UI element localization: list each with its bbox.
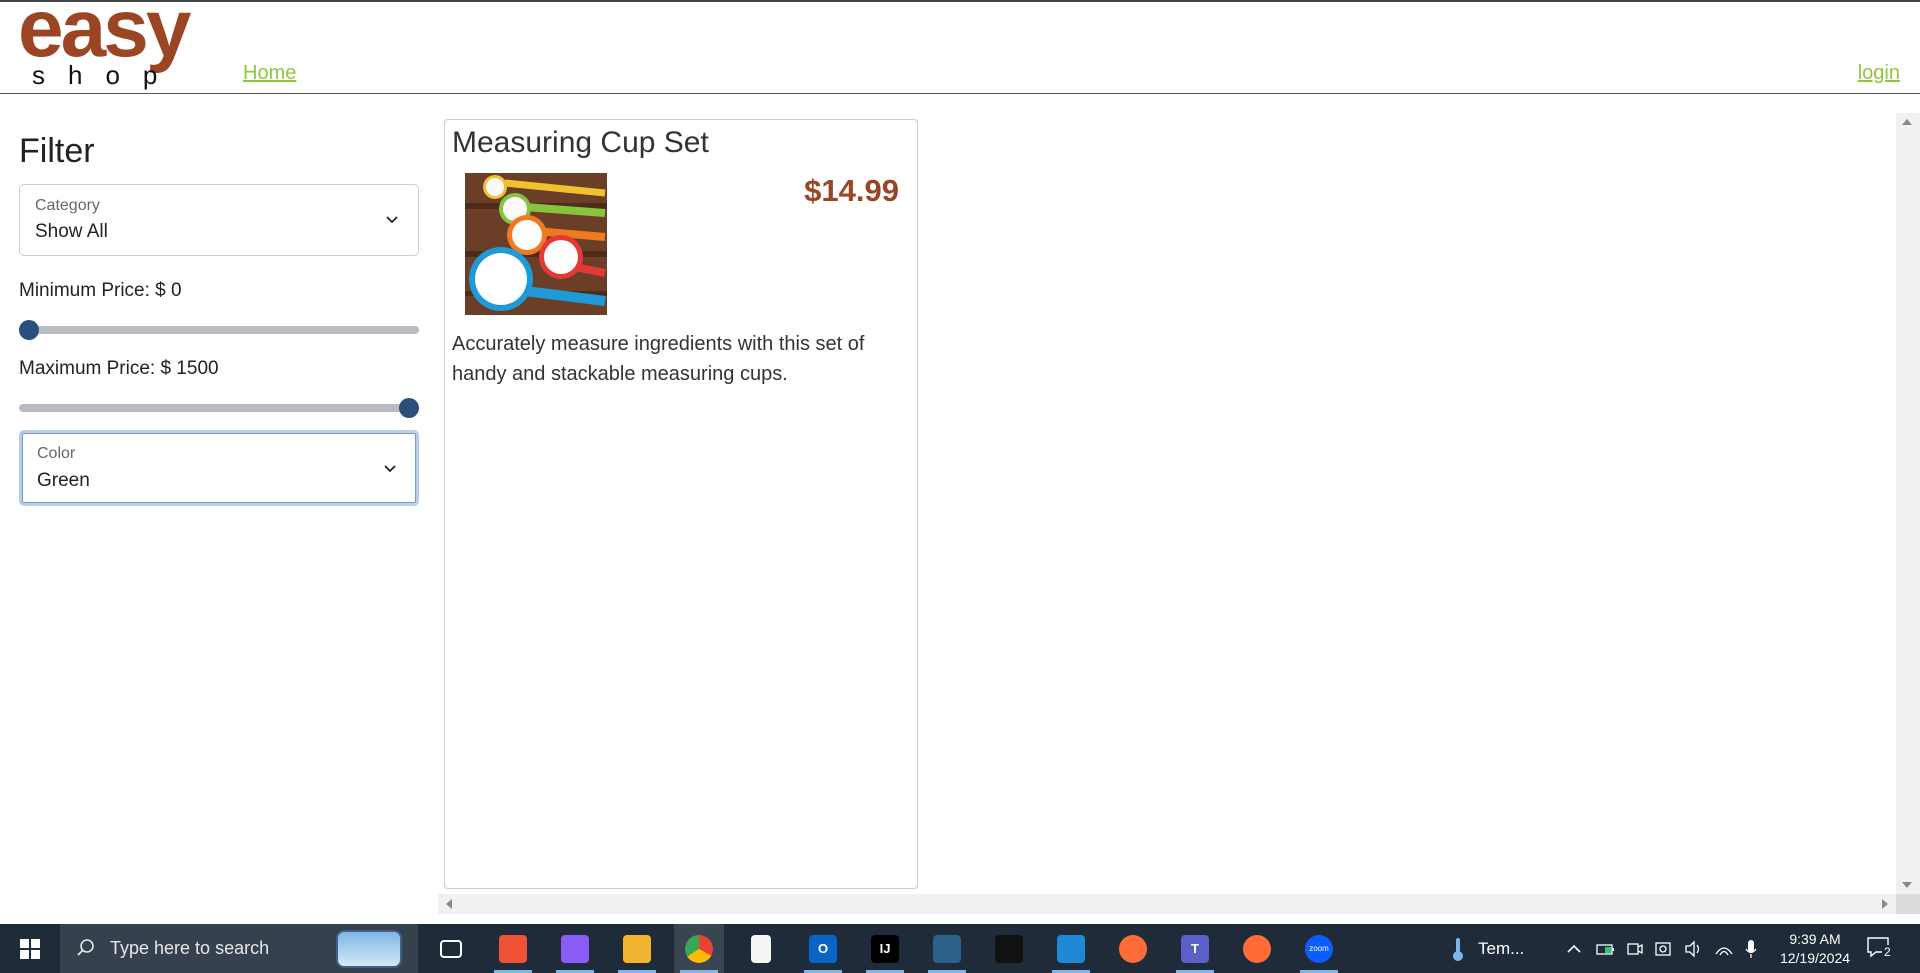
horizontal-scrollbar[interactable] xyxy=(438,894,1896,914)
min-price-thumb[interactable] xyxy=(19,320,39,340)
category-label: Category xyxy=(35,197,100,214)
compass-icon xyxy=(1243,934,1271,963)
outlook-icon: O xyxy=(809,934,837,963)
product-name: Measuring Cup Set xyxy=(452,126,709,159)
product-price: $14.99 xyxy=(804,173,899,208)
taskbar-app-terminal-app[interactable] xyxy=(984,924,1034,973)
taskbar-app-task-view[interactable] xyxy=(426,924,476,973)
scroll-right-arrow-icon[interactable] xyxy=(1882,899,1888,909)
vertical-scrollbar[interactable] xyxy=(1896,113,1920,894)
max-price-track xyxy=(19,404,419,412)
color-value: Green xyxy=(37,470,90,491)
taskbar-app-postman[interactable] xyxy=(1108,924,1158,973)
volume-icon[interactable] xyxy=(1684,939,1704,958)
category-value: Show All xyxy=(35,221,108,242)
microphone-icon[interactable] xyxy=(1744,939,1758,959)
weather-widget[interactable]: Tem... xyxy=(1450,924,1524,973)
weather-text: Tem... xyxy=(1478,938,1525,958)
min-price-slider[interactable] xyxy=(19,320,419,340)
scroll-up-arrow-icon[interactable] xyxy=(1902,119,1912,125)
filter-title: Filter xyxy=(19,132,95,170)
product-description: Accurately measure ingredients with this… xyxy=(452,333,865,385)
clock-time: 9:39 AM xyxy=(1789,931,1841,947)
windows-logo-icon xyxy=(20,938,40,959)
site-header: easy shop Home login xyxy=(0,0,1920,94)
search-icon xyxy=(77,939,94,956)
max-price-label: Maximum Price: $ 1500 xyxy=(19,358,219,379)
chevron-up-icon[interactable] xyxy=(1566,941,1582,957)
search-placeholder: Type here to search xyxy=(110,938,270,958)
terminal-app-icon xyxy=(995,934,1023,963)
taskbar-app-intellij[interactable]: IJ xyxy=(860,924,910,973)
measuring-cups-image xyxy=(465,173,607,315)
scroll-down-arrow-icon[interactable] xyxy=(1902,882,1912,888)
zoom-icon: zoom xyxy=(1305,934,1333,963)
battery-icon[interactable] xyxy=(1596,941,1616,957)
easyshop-logo[interactable]: easy shop xyxy=(18,0,218,92)
vscode-icon xyxy=(1057,934,1085,963)
file-explorer-icon xyxy=(623,934,651,963)
taskbar-app-compass[interactable] xyxy=(1232,924,1282,973)
notification-count: 2 xyxy=(1882,945,1893,959)
max-price-slider[interactable] xyxy=(19,398,419,418)
min-price-label: Minimum Price: $ 0 xyxy=(19,280,182,301)
min-price-track xyxy=(19,326,419,334)
taskbar-clock[interactable]: 9:39 AM 12/19/2024 xyxy=(1770,930,1860,968)
mysql-workbench-icon xyxy=(933,934,961,963)
filter-panel: Filter Category Show All Minimum Price: … xyxy=(19,120,419,506)
system-tray xyxy=(1566,924,1758,973)
nav-home-link[interactable]: Home xyxy=(243,62,296,85)
taskbar-search-box[interactable]: Type here to search xyxy=(60,924,418,973)
camera-icon[interactable] xyxy=(1626,941,1644,957)
category-select[interactable]: Category Show All xyxy=(19,184,419,256)
taskbar-app-chrome[interactable] xyxy=(674,924,724,973)
color-select[interactable]: Color Green xyxy=(19,430,419,506)
teams-icon: T xyxy=(1181,934,1209,963)
taskbar-app-teams[interactable]: T xyxy=(1170,924,1220,973)
taskbar-app-file-explorer[interactable] xyxy=(612,924,662,973)
chevron-down-icon xyxy=(384,465,396,473)
task-view-icon xyxy=(440,939,462,958)
taskbar-app-vscode[interactable] xyxy=(1046,924,1096,973)
thermometer-icon xyxy=(1453,937,1463,961)
chrome-icon xyxy=(685,934,713,963)
notifications-button[interactable]: 2 xyxy=(1866,936,1893,959)
logo-sub-text: shop xyxy=(32,60,181,90)
windows-taskbar: Type here to search O IJ Tzoom Tem... 9:39… xyxy=(0,924,1920,973)
taskbar-app-outlook[interactable]: O xyxy=(798,924,848,973)
clock-date: 12/19/2024 xyxy=(1779,950,1851,966)
taskbar-app-git[interactable] xyxy=(488,924,538,973)
color-label: Color xyxy=(37,445,76,462)
git-icon xyxy=(499,934,527,963)
max-price-thumb[interactable] xyxy=(399,398,419,418)
start-button[interactable] xyxy=(0,924,60,973)
taskbar-app-notepad[interactable] xyxy=(736,924,786,973)
chevron-down-icon xyxy=(386,216,398,224)
intellij-icon: IJ xyxy=(871,934,899,963)
nav-login-link[interactable]: login xyxy=(1858,62,1900,85)
meet-icon[interactable] xyxy=(1654,940,1674,958)
scroll-corner xyxy=(1896,894,1920,914)
search-highlight-image[interactable] xyxy=(336,930,402,968)
notepad-icon xyxy=(751,934,771,963)
postman-icon xyxy=(1119,934,1147,963)
taskbar-app-copilot[interactable] xyxy=(550,924,600,973)
wifi-icon[interactable] xyxy=(1714,940,1734,958)
taskbar-app-zoom[interactable]: zoom xyxy=(1294,924,1344,973)
browser-viewport: easy shop Home login Filter Category Sho… xyxy=(0,0,1920,973)
copilot-icon xyxy=(561,934,589,963)
taskbar-app-mysql-workbench[interactable] xyxy=(922,924,972,973)
product-card[interactable]: Measuring Cup Set $14.99 Accurately meas… xyxy=(444,119,918,889)
scroll-left-arrow-icon[interactable] xyxy=(446,899,452,909)
